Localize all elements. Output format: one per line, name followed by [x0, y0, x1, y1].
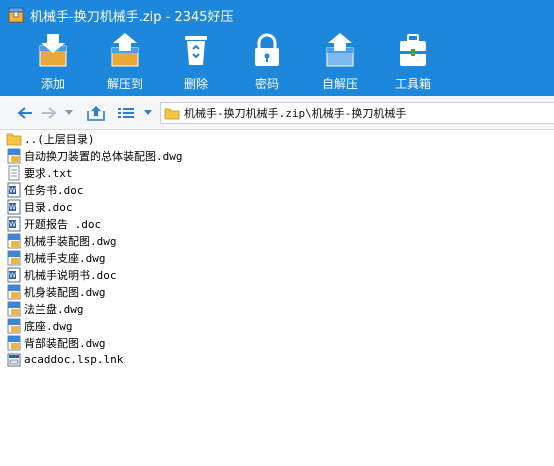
file-list-item[interactable]: W 开题报告 .doc — [6, 215, 101, 232]
file-list-item[interactable]: W 目录.doc — [6, 198, 73, 215]
file-name: 任务书.doc — [24, 183, 84, 197]
dwg-file-icon — [7, 148, 21, 163]
view-mode-dropdown[interactable] — [143, 104, 153, 122]
add-label: 添加 — [40, 77, 65, 91]
recycle-bin-icon — [185, 36, 207, 65]
delete-button[interactable]: 删除 — [166, 30, 226, 96]
file-name: 开题报告 .doc — [24, 217, 102, 231]
folder-icon — [6, 133, 22, 145]
add-button[interactable]: 添加 — [23, 30, 83, 96]
file-list-item[interactable]: 机械手装配图.dwg — [6, 232, 117, 249]
dwg-file-icon — [7, 233, 21, 248]
text-file-icon — [8, 165, 20, 180]
file-list-item[interactable]: W 机械手说明书.doc — [6, 266, 117, 283]
self-extract-label: 自解压 — [321, 77, 358, 91]
dwg-file-icon — [7, 284, 21, 299]
dwg-file-icon — [7, 335, 21, 350]
word-document-icon: W — [7, 216, 21, 231]
window-title: 机械手-换刀机械手.zip - 2345好压 — [30, 9, 234, 25]
svg-text:W: W — [9, 186, 16, 194]
file-name: 背部装配图.dwg — [24, 336, 106, 350]
file-name: 机械手支座.dwg — [24, 251, 106, 265]
extract-to-label: 解压到 — [106, 77, 143, 91]
toolbox-button[interactable]: 工具箱 — [383, 30, 443, 96]
file-list-item[interactable]: 机械手支座.dwg — [6, 249, 106, 266]
extract-to-button[interactable]: 解压到 — [95, 30, 155, 96]
add-archive-icon — [39, 34, 67, 67]
word-document-icon: W — [7, 199, 21, 214]
file-list-item[interactable]: 自动换刀装置的总体装配图.dwg — [6, 147, 183, 164]
password-button[interactable]: 密码 — [237, 30, 297, 96]
file-list-item[interactable]: acaddoc.lsp.lnk — [6, 351, 123, 368]
file-name: 目录.doc — [24, 200, 73, 214]
file-name: 机械手说明书.doc — [24, 268, 117, 282]
dwg-file-icon — [7, 301, 21, 316]
file-name: 法兰盘.dwg — [24, 302, 84, 316]
svg-text:W: W — [9, 271, 16, 279]
file-list-item[interactable]: 法兰盘.dwg — [6, 300, 84, 317]
up-folder-button[interactable] — [86, 104, 106, 122]
delete-label: 删除 — [183, 77, 208, 91]
padlock-icon — [255, 33, 279, 66]
file-list-item[interactable]: 底座.dwg — [6, 317, 73, 334]
address-path: 机械手-换刀机械手.zip\机械手-换刀机械手 — [184, 107, 407, 120]
file-list-item[interactable]: 背部装配图.dwg — [6, 334, 106, 351]
file-name: 机械手装配图.dwg — [24, 234, 117, 248]
word-document-icon: W — [7, 267, 21, 282]
self-extract-icon — [326, 33, 354, 67]
app-logo-icon — [8, 7, 24, 23]
main-toolbar: 添加 解压到 删除 密码 自解压 工具箱 — [0, 30, 554, 96]
self-extract-button[interactable]: 自解压 — [310, 30, 370, 96]
file-name: 自动换刀装置的总体装配图.dwg — [24, 149, 183, 163]
word-document-icon: W — [7, 182, 21, 197]
list-view-icon — [118, 108, 134, 118]
parent-folder-item[interactable]: ..(上层目录) — [6, 130, 95, 147]
svg-text:W: W — [9, 220, 16, 228]
chevron-down-icon — [144, 110, 152, 115]
back-arrow-icon — [17, 107, 32, 119]
dwg-file-icon — [7, 318, 21, 333]
file-list: ..(上层目录) 自动换刀装置的总体装配图.dwg 要求.txt W 任务书.doc W 目… — [0, 130, 554, 466]
file-name: ..(上层目录) — [24, 132, 95, 146]
chevron-down-icon — [65, 110, 73, 115]
history-dropdown[interactable] — [64, 104, 74, 122]
file-list-item[interactable]: 机身装配图.dwg — [6, 283, 106, 300]
back-button[interactable] — [16, 104, 34, 122]
shortcut-icon — [7, 353, 21, 366]
file-list-item[interactable]: 要求.txt — [6, 164, 73, 181]
forward-arrow-icon — [42, 107, 57, 119]
file-name: 机身装配图.dwg — [24, 285, 106, 299]
file-name: 底座.dwg — [24, 319, 73, 333]
title-bar: 机械手-换刀机械手.zip - 2345好压 — [0, 0, 554, 30]
navigation-bar: 机械手-换刀机械手.zip\机械手-换刀机械手 — [0, 96, 554, 130]
address-bar[interactable]: 机械手-换刀机械手.zip\机械手-换刀机械手 — [160, 102, 554, 124]
view-mode-button[interactable] — [116, 104, 136, 122]
file-name: acaddoc.lsp.lnk — [24, 353, 124, 366]
toolbox-label: 工具箱 — [394, 77, 431, 91]
toolbox-icon — [400, 34, 426, 66]
extract-to-icon — [111, 33, 139, 67]
folder-icon — [164, 108, 180, 120]
password-label: 密码 — [254, 77, 279, 91]
up-folder-icon — [87, 106, 105, 121]
dwg-file-icon — [7, 250, 21, 265]
file-list-item[interactable]: W 任务书.doc — [6, 181, 84, 198]
file-name: 要求.txt — [24, 166, 73, 180]
forward-button[interactable] — [40, 104, 58, 122]
svg-text:W: W — [9, 203, 16, 211]
